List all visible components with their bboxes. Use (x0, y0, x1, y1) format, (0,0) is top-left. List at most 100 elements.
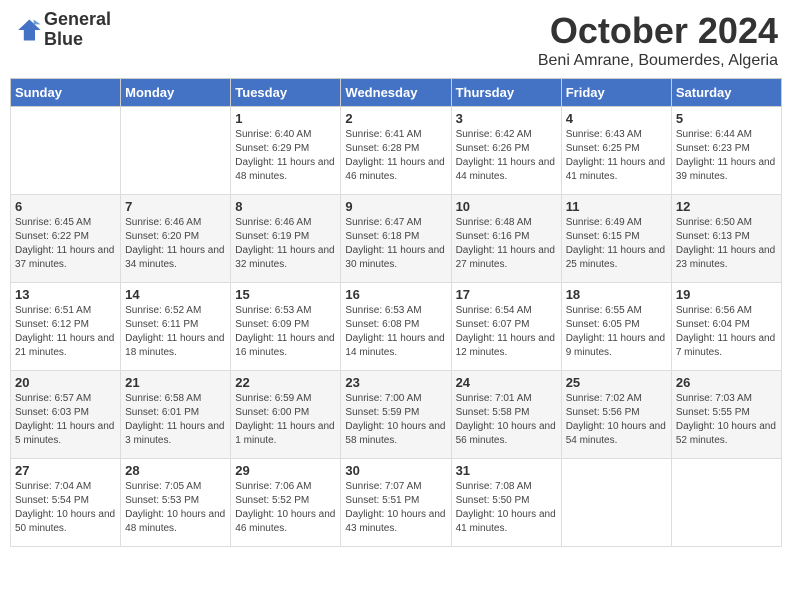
day-number: 23 (345, 375, 446, 390)
day-number: 13 (15, 287, 116, 302)
day-info: Sunrise: 6:57 AM Sunset: 6:03 PM Dayligh… (15, 392, 116, 448)
calendar-header: SundayMondayTuesdayWednesdayThursdayFrid… (11, 79, 782, 107)
location-title: Beni Amrane, Boumerdes, Algeria (538, 52, 778, 70)
day-info: Sunrise: 6:59 AM Sunset: 6:00 PM Dayligh… (235, 392, 336, 448)
calendar-cell: 21Sunrise: 6:58 AM Sunset: 6:01 PM Dayli… (121, 371, 231, 459)
logo-line2: Blue (44, 30, 111, 50)
day-number: 20 (15, 375, 116, 390)
calendar-cell: 6 Sunrise: 6:45 AM Sunset: 6:22 PM Daylig… (11, 195, 121, 283)
day-number: 8 (235, 199, 336, 214)
day-info: Sunrise: 7:06 AM Sunset: 5:52 PM Dayligh… (235, 480, 336, 536)
day-number: 3 (456, 111, 557, 126)
day-number: 6 (15, 199, 116, 214)
calendar-cell (671, 459, 781, 547)
day-number: 17 (456, 287, 557, 302)
day-info: Sunrise: 6:46 AM Sunset: 6:19 PM Dayligh… (235, 216, 336, 272)
day-number: 22 (235, 375, 336, 390)
header-cell-thursday: Thursday (451, 79, 561, 107)
day-info: Sunrise: 6:43 AM Sunset: 6:25 PM Dayligh… (566, 128, 667, 184)
day-info: Sunrise: 6:41 AM Sunset: 6:28 PM Dayligh… (345, 128, 446, 184)
week-row-1: 1 Sunrise: 6:40 AM Sunset: 6:29 PM Daylig… (11, 107, 782, 195)
day-number: 30 (345, 463, 446, 478)
calendar-cell: 22 Sunrise: 6:59 AM Sunset: 6:00 PM Dayli… (231, 371, 341, 459)
day-info: Sunrise: 6:40 AM Sunset: 6:29 PM Dayligh… (235, 128, 336, 184)
title-area: October 2024 Beni Amrane, Boumerdes, Alg… (538, 10, 778, 70)
day-number: 29 (235, 463, 336, 478)
day-info: Sunrise: 6:53 AM Sunset: 6:08 PM Dayligh… (345, 304, 446, 360)
calendar-cell: 19 Sunrise: 6:56 AM Sunset: 6:04 PM Dayli… (671, 283, 781, 371)
day-info: Sunrise: 7:00 AM Sunset: 5:59 PM Dayligh… (345, 392, 446, 448)
calendar-cell: 5Sunrise: 6:44 AM Sunset: 6:23 PM Daylig… (671, 107, 781, 195)
day-info: Sunrise: 7:01 AM Sunset: 5:58 PM Dayligh… (456, 392, 557, 448)
day-number: 19 (676, 287, 777, 302)
day-number: 9 (345, 199, 446, 214)
day-number: 2 (345, 111, 446, 126)
calendar-cell: 23 Sunrise: 7:00 AM Sunset: 5:59 PM Dayli… (341, 371, 451, 459)
calendar-cell: 14Sunrise: 6:52 AM Sunset: 6:11 PM Dayli… (121, 283, 231, 371)
day-info: Sunrise: 6:46 AM Sunset: 6:20 PM Dayligh… (125, 216, 226, 272)
day-number: 28 (125, 463, 226, 478)
calendar-cell: 2 Sunrise: 6:41 AM Sunset: 6:28 PM Daylig… (341, 107, 451, 195)
calendar-cell: 28 Sunrise: 7:05 AM Sunset: 5:53 PM Dayli… (121, 459, 231, 547)
day-number: 7 (125, 199, 226, 214)
month-title: October 2024 (538, 10, 778, 52)
week-row-4: 20 Sunrise: 6:57 AM Sunset: 6:03 PM Dayli… (11, 371, 782, 459)
day-info: Sunrise: 7:07 AM Sunset: 5:51 PM Dayligh… (345, 480, 446, 536)
header-cell-monday: Monday (121, 79, 231, 107)
calendar-cell: 4 Sunrise: 6:43 AM Sunset: 6:25 PM Daylig… (561, 107, 671, 195)
week-row-3: 13 Sunrise: 6:51 AM Sunset: 6:12 PM Dayli… (11, 283, 782, 371)
day-info: Sunrise: 6:49 AM Sunset: 6:15 PM Dayligh… (566, 216, 667, 272)
calendar-cell: 30 Sunrise: 7:07 AM Sunset: 5:51 PM Dayli… (341, 459, 451, 547)
day-info: Sunrise: 7:05 AM Sunset: 5:53 PM Dayligh… (125, 480, 226, 536)
calendar-cell: 1 Sunrise: 6:40 AM Sunset: 6:29 PM Daylig… (231, 107, 341, 195)
day-number: 27 (15, 463, 116, 478)
day-info: Sunrise: 7:03 AM Sunset: 5:55 PM Dayligh… (676, 392, 777, 448)
day-info: Sunrise: 6:54 AM Sunset: 6:07 PM Dayligh… (456, 304, 557, 360)
day-info: Sunrise: 7:04 AM Sunset: 5:54 PM Dayligh… (15, 480, 116, 536)
calendar-cell: 15Sunrise: 6:53 AM Sunset: 6:09 PM Dayli… (231, 283, 341, 371)
page-header: General Blue October 2024 Beni Amrane, B… (10, 10, 782, 70)
calendar-cell: 24Sunrise: 7:01 AM Sunset: 5:58 PM Dayli… (451, 371, 561, 459)
day-info: Sunrise: 6:44 AM Sunset: 6:23 PM Dayligh… (676, 128, 777, 184)
calendar-cell (11, 107, 121, 195)
day-number: 14 (125, 287, 226, 302)
day-info: Sunrise: 6:45 AM Sunset: 6:22 PM Dayligh… (15, 216, 116, 272)
header-cell-saturday: Saturday (671, 79, 781, 107)
calendar-cell: 3 Sunrise: 6:42 AM Sunset: 6:26 PM Daylig… (451, 107, 561, 195)
day-info: Sunrise: 6:50 AM Sunset: 6:13 PM Dayligh… (676, 216, 777, 272)
calendar-cell: 20 Sunrise: 6:57 AM Sunset: 6:03 PM Dayli… (11, 371, 121, 459)
calendar-cell: 8 Sunrise: 6:46 AM Sunset: 6:19 PM Daylig… (231, 195, 341, 283)
day-number: 11 (566, 199, 667, 214)
day-number: 16 (345, 287, 446, 302)
day-info: Sunrise: 6:48 AM Sunset: 6:16 PM Dayligh… (456, 216, 557, 272)
calendar-cell: 13 Sunrise: 6:51 AM Sunset: 6:12 PM Dayli… (11, 283, 121, 371)
calendar-cell: 7 Sunrise: 6:46 AM Sunset: 6:20 PM Daylig… (121, 195, 231, 283)
week-row-2: 6 Sunrise: 6:45 AM Sunset: 6:22 PM Daylig… (11, 195, 782, 283)
day-number: 31 (456, 463, 557, 478)
header-cell-friday: Friday (561, 79, 671, 107)
day-info: Sunrise: 6:51 AM Sunset: 6:12 PM Dayligh… (15, 304, 116, 360)
day-number: 4 (566, 111, 667, 126)
day-info: Sunrise: 6:56 AM Sunset: 6:04 PM Dayligh… (676, 304, 777, 360)
day-number: 26 (676, 375, 777, 390)
calendar-cell: 25Sunrise: 7:02 AM Sunset: 5:56 PM Dayli… (561, 371, 671, 459)
day-number: 18 (566, 287, 667, 302)
calendar-cell: 12Sunrise: 6:50 AM Sunset: 6:13 PM Dayli… (671, 195, 781, 283)
calendar-cell: 17 Sunrise: 6:54 AM Sunset: 6:07 PM Dayli… (451, 283, 561, 371)
day-number: 1 (235, 111, 336, 126)
calendar-cell: 11 Sunrise: 6:49 AM Sunset: 6:15 PM Dayli… (561, 195, 671, 283)
day-info: Sunrise: 6:58 AM Sunset: 6:01 PM Dayligh… (125, 392, 226, 448)
calendar-cell (561, 459, 671, 547)
calendar-cell: 29 Sunrise: 7:06 AM Sunset: 5:52 PM Dayli… (231, 459, 341, 547)
calendar-cell: 16 Sunrise: 6:53 AM Sunset: 6:08 PM Dayli… (341, 283, 451, 371)
day-info: Sunrise: 7:02 AM Sunset: 5:56 PM Dayligh… (566, 392, 667, 448)
calendar-cell: 26 Sunrise: 7:03 AM Sunset: 5:55 PM Dayli… (671, 371, 781, 459)
day-number: 10 (456, 199, 557, 214)
calendar-cell: 9 Sunrise: 6:47 AM Sunset: 6:18 PM Daylig… (341, 195, 451, 283)
header-cell-tuesday: Tuesday (231, 79, 341, 107)
day-info: Sunrise: 6:47 AM Sunset: 6:18 PM Dayligh… (345, 216, 446, 272)
header-cell-sunday: Sunday (11, 79, 121, 107)
calendar-table: SundayMondayTuesdayWednesdayThursdayFrid… (10, 78, 782, 547)
calendar-cell: 27 Sunrise: 7:04 AM Sunset: 5:54 PM Dayli… (11, 459, 121, 547)
day-info: Sunrise: 6:42 AM Sunset: 6:26 PM Dayligh… (456, 128, 557, 184)
